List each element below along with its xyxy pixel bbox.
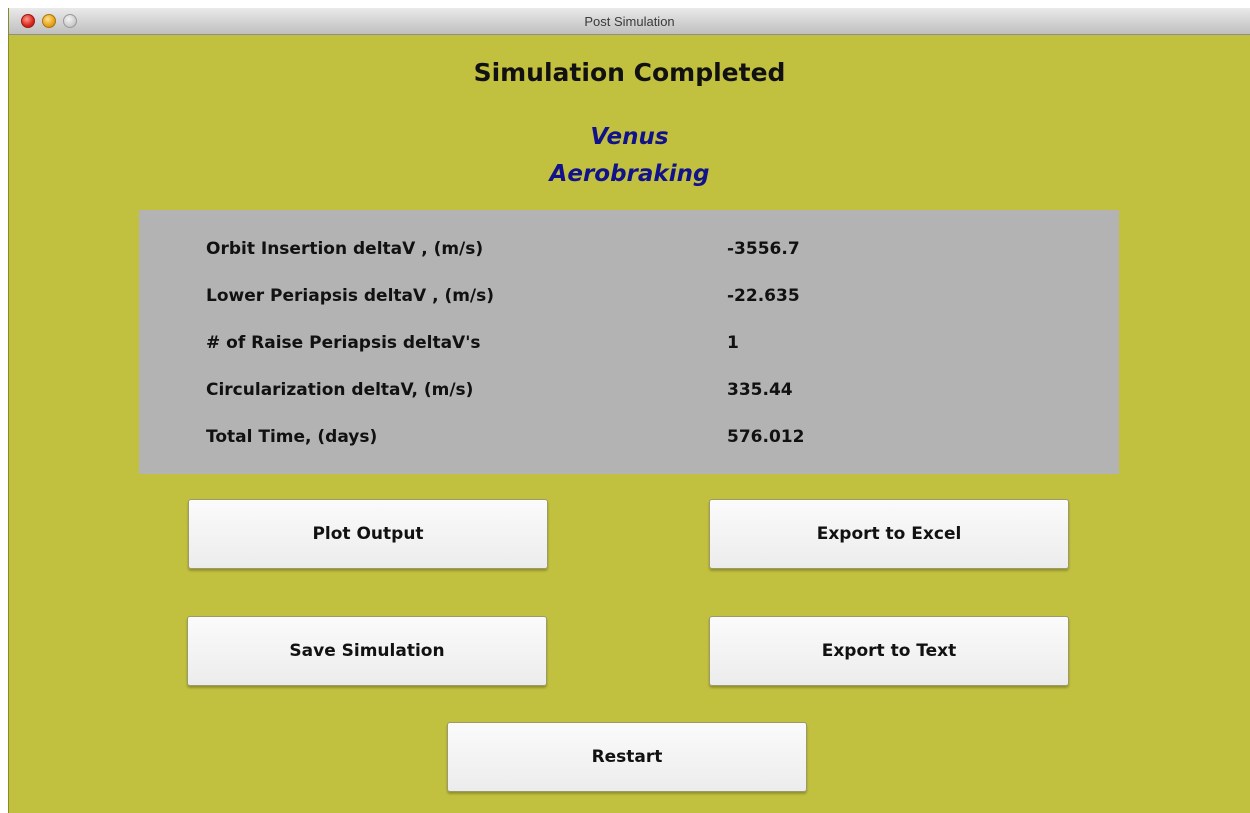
post-simulation-window: Post Simulation Simulation Completed Ven…	[8, 8, 1250, 813]
title-bar[interactable]: Post Simulation	[9, 8, 1250, 35]
result-row-total-time: Total Time, (days) 576.012	[139, 427, 1119, 457]
page-title: Simulation Completed	[473, 58, 786, 87]
result-label: Circularization deltaV, (m/s)	[206, 380, 474, 400]
plot-output-button[interactable]: Plot Output	[188, 499, 548, 569]
result-label: Orbit Insertion deltaV , (m/s)	[206, 239, 484, 259]
save-simulation-button[interactable]: Save Simulation	[187, 616, 547, 686]
planet-label: Venus	[590, 124, 669, 150]
maneuver-label: Aerobraking	[549, 161, 710, 187]
result-row-circularization: Circularization deltaV, (m/s) 335.44	[139, 380, 1119, 410]
result-value: -22.635	[727, 286, 800, 306]
result-label: # of Raise Periapsis deltaV's	[206, 333, 481, 353]
restart-button[interactable]: Restart	[447, 722, 807, 792]
result-row-raise-periapsis-count: # of Raise Periapsis deltaV's 1	[139, 333, 1119, 363]
result-value: 576.012	[727, 427, 805, 447]
window-title: Post Simulation	[584, 14, 675, 29]
result-value: 1	[727, 333, 739, 353]
result-label: Lower Periapsis deltaV , (m/s)	[206, 286, 495, 306]
export-to-text-button[interactable]: Export to Text	[709, 616, 1069, 686]
result-row-orbit-insertion: Orbit Insertion deltaV , (m/s) -3556.7	[139, 239, 1119, 269]
result-row-lower-periapsis: Lower Periapsis deltaV , (m/s) -22.635	[139, 286, 1119, 316]
result-label: Total Time, (days)	[206, 427, 378, 447]
result-value: 335.44	[727, 380, 793, 400]
result-value: -3556.7	[727, 239, 800, 259]
results-panel: Orbit Insertion deltaV , (m/s) -3556.7 L…	[139, 210, 1119, 474]
export-to-excel-button[interactable]: Export to Excel	[709, 499, 1069, 569]
